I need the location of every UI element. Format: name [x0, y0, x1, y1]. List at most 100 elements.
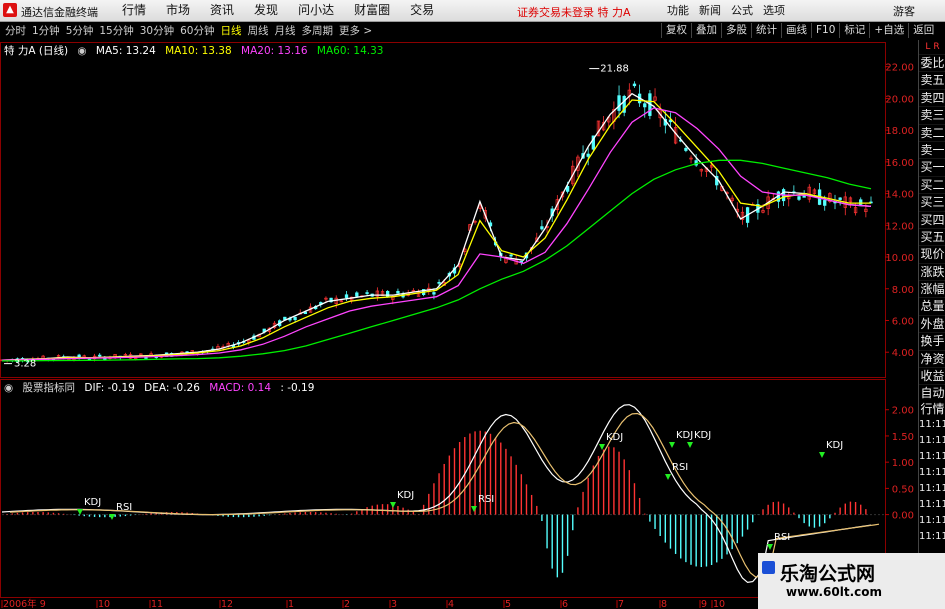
candle-body [293, 316, 297, 321]
menu-item-news[interactable]: 资讯 [200, 3, 244, 18]
tab-30min[interactable]: 30分钟 [137, 24, 177, 38]
sub-legend: ◉ 股票指标同 DIF: -0.19 DEA: -0.26 MACD: 0.14… [4, 380, 320, 395]
menu-item-markets[interactable]: 市场 [156, 3, 200, 18]
tool-f10[interactable]: F10 [811, 23, 839, 38]
panel-label: 买一 [919, 159, 945, 177]
tab-daily[interactable]: 日线 [218, 24, 245, 38]
period-toolbar: 分时 1分钟 5分钟 15分钟 30分钟 60分钟 日线 周线 月线 多周期 更… [0, 22, 945, 41]
time-tick: 11:11 [919, 451, 945, 463]
signal-rsi-label: RSI [478, 494, 494, 505]
time-tick-label: 7 [618, 599, 624, 609]
tab-monthly[interactable]: 月线 [272, 24, 299, 38]
candle-body [823, 200, 827, 206]
macd-readout: MACD: 0.14 [209, 382, 271, 394]
ma5-readout: MA5: 13.24 [95, 45, 156, 57]
tool-adjust[interactable]: 复权 [661, 23, 691, 38]
main-legend: 特 力A (日线) ◉ MA5: 13.24 MA10: 13.38 MA20:… [4, 43, 389, 58]
candle-body [98, 354, 102, 357]
macd-tick-label: 0.00 [892, 511, 914, 522]
panel-label: 买四 [919, 212, 945, 229]
right-menu: 功能 新闻 公式 选项 [662, 3, 790, 18]
title-bar: ▲ 通达信金融终端 行情 市场 资讯 发现 问小达 财富圈 交易 证券交易未登录… [0, 0, 945, 22]
dea-readout: DEA: -0.26 [144, 382, 200, 394]
chart-tools: 复权 叠加 多股 统计 画线 F10 标记 +自选 返回 [661, 23, 938, 38]
panel-label: 涨跌 [919, 264, 945, 282]
signal-rsi-label: RSI [672, 462, 688, 473]
tool-back[interactable]: 返回 [908, 23, 938, 38]
menu-item-options[interactable]: 选项 [758, 3, 790, 18]
menu-item-discover[interactable]: 发现 [244, 3, 288, 18]
watermark-url: www.60lt.com [786, 585, 883, 599]
tab-1min[interactable]: 1分钟 [29, 24, 63, 38]
time-tick: 11:11 [919, 483, 945, 495]
panel-label: 涨幅 [919, 281, 945, 299]
candle-body [684, 147, 688, 151]
stock-label[interactable]: 特 力A (日线) [4, 45, 68, 57]
login-notice[interactable]: 证券交易未登录 特 力A [517, 4, 631, 20]
tab-multi-period[interactable]: 多周期 [299, 24, 337, 38]
time-tick-label: 5 [505, 599, 511, 609]
panel-label: 买五 [919, 229, 945, 247]
signal-kdj-label: KDJ [397, 490, 414, 501]
signal-kdj-label: KDJ [676, 430, 693, 441]
time-tick-label: 2006年 9 [3, 598, 46, 609]
panel-label: 委比 [919, 55, 945, 73]
candle-body [540, 226, 544, 230]
time-tick: 11:11 [919, 435, 945, 447]
tab-5min[interactable]: 5分钟 [63, 24, 97, 38]
signal-kdj-label: KDJ [826, 440, 843, 451]
price-tick-label: 8.00 [892, 285, 914, 296]
menu-item-trade[interactable]: 交易 [400, 3, 444, 18]
panel-label: 换手 [919, 333, 945, 351]
main-menu: 行情 市场 资讯 发现 问小达 财富圈 交易 [112, 3, 444, 18]
time-tick-label: 8 [661, 599, 667, 609]
candle-body [838, 197, 842, 200]
menu-item-formula[interactable]: 公式 [726, 3, 758, 18]
price-tick-label: 14.00 [885, 190, 914, 201]
app-logo-icon: ▲ [3, 3, 17, 17]
high-price-label: 21.88 [600, 64, 629, 75]
signal-kdj-label: KDJ [694, 430, 711, 441]
tool-mark[interactable]: 标记 [839, 23, 869, 38]
panel-label: 买三 [919, 194, 945, 212]
auto-quote-label[interactable]: 自动 [919, 385, 945, 401]
price-tick-label: 18.00 [885, 126, 914, 137]
tab-weekly[interactable]: 周线 [245, 24, 272, 38]
time-tick-label: 6 [562, 599, 568, 609]
time-tick-label: 10 [713, 599, 725, 609]
time-tick-label: 9 [701, 599, 707, 609]
tool-draw[interactable]: 画线 [781, 23, 811, 38]
candle-body [355, 292, 359, 297]
tool-stats[interactable]: 统计 [751, 23, 781, 38]
tab-more[interactable]: 更多 > [336, 24, 375, 38]
period-tabs: 分时 1分钟 5分钟 15分钟 30分钟 60分钟 日线 周线 月线 多周期 更… [2, 24, 375, 38]
indicator-icon[interactable]: ◉ [4, 382, 13, 394]
menu-item-wealth[interactable]: 财富圈 [344, 3, 400, 18]
time-tick: 11:11 [919, 499, 945, 511]
dif-readout: DIF: -0.19 [84, 382, 135, 394]
tool-add-watch[interactable]: +自选 [869, 23, 908, 38]
tab-timeshare[interactable]: 分时 [2, 24, 29, 38]
price-tick-label: 10.00 [885, 253, 914, 264]
quote-label: 行情 [920, 402, 945, 417]
tool-multi-stock[interactable]: 多股 [721, 23, 751, 38]
time-tick-label: 3 [391, 599, 397, 609]
user-label[interactable]: 游客 [893, 3, 915, 19]
menu-item-market[interactable]: 行情 [112, 3, 156, 18]
candle-body [432, 292, 436, 295]
chevron-down-icon[interactable]: ◉ [77, 45, 86, 57]
panel-label: 总量 [919, 298, 945, 316]
panel-label: 收益 [919, 368, 945, 386]
price-chart[interactable]: 22.0020.0018.0016.0014.0012.0010.008.006… [0, 40, 918, 609]
menu-item-newsfeed[interactable]: 新闻 [694, 3, 726, 18]
panel-label: 卖一 [919, 142, 945, 160]
candle-body [437, 281, 441, 284]
menu-item-function[interactable]: 功能 [662, 3, 694, 18]
tab-60min[interactable]: 60分钟 [177, 24, 217, 38]
candle-body [586, 153, 590, 157]
tool-overlay[interactable]: 叠加 [691, 23, 721, 38]
sub-indicator-label[interactable]: 股票指标同 [23, 382, 76, 394]
tab-15min[interactable]: 15分钟 [96, 24, 136, 38]
menu-item-ask[interactable]: 问小达 [288, 3, 344, 18]
low-price-label: 3.28 [14, 359, 36, 370]
